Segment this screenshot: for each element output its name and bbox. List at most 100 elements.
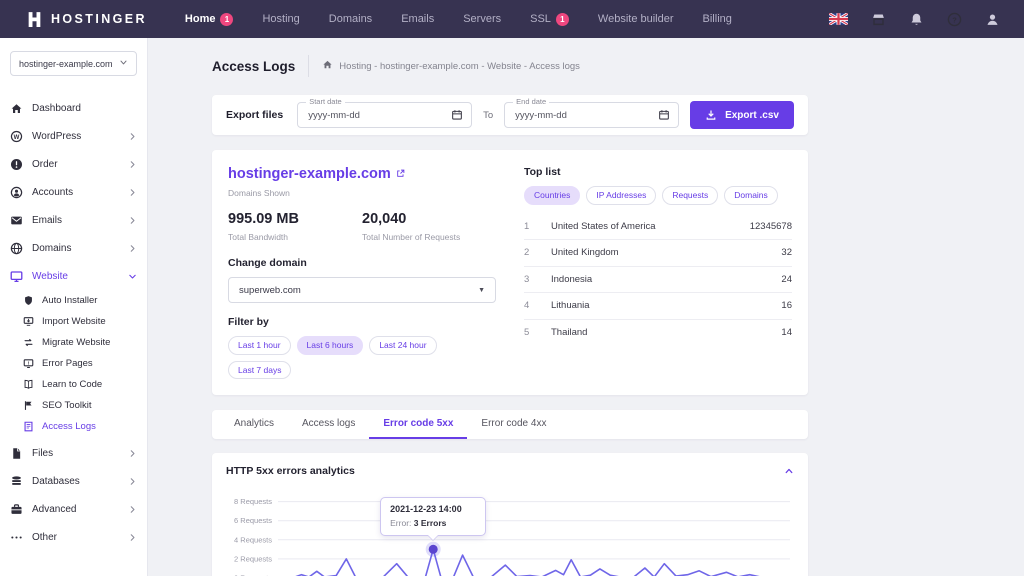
calendar-icon[interactable]	[658, 109, 670, 121]
top-list-tab-ip-addresses[interactable]: IP Addresses	[586, 186, 656, 205]
filter-chip-last-7-days[interactable]: Last 7 days	[228, 361, 291, 380]
nav-item-domains[interactable]: Domains	[329, 13, 372, 25]
sidebar-subitem-label: Learn to Code	[42, 379, 102, 390]
sidebar-item-accounts[interactable]: Accounts	[10, 178, 137, 206]
nav-item-website-builder[interactable]: Website builder	[598, 13, 674, 25]
sidebar-item-website[interactable]: Website	[10, 262, 137, 290]
breadcrumb-text: Hosting - hostinger-example.com - Websit…	[339, 61, 580, 72]
tab-analytics[interactable]: Analytics	[220, 410, 288, 439]
nav-item-home[interactable]: Home1	[185, 13, 234, 26]
end-date-field[interactable]: End date	[504, 102, 679, 128]
chevron-right-icon	[128, 505, 137, 514]
nav-item-ssl[interactable]: SSL1	[530, 13, 569, 26]
sidebar: hostinger-example.com Dashboard WWordPres…	[0, 38, 148, 576]
sidebar-item-emails[interactable]: Emails	[10, 206, 137, 234]
filter-chip-last-6-hours[interactable]: Last 6 hours	[297, 336, 364, 355]
top-list-tab-countries[interactable]: Countries	[524, 186, 580, 205]
brand-text: HOSTINGER	[51, 12, 147, 26]
stat-value: 995.09 MB	[228, 211, 362, 227]
tab-error-code-5xx[interactable]: Error code 5xx	[369, 410, 467, 439]
nav-item-label: Domains	[329, 13, 372, 25]
hostinger-logo[interactable]: HOSTINGER	[26, 11, 147, 28]
top-list-tab-requests[interactable]: Requests	[662, 186, 718, 205]
sidebar-item-dashboard[interactable]: Dashboard	[10, 94, 137, 122]
change-domain-label: Change domain	[228, 257, 496, 269]
top-list-row: 2United Kingdom32	[524, 240, 792, 267]
sidebar-item-domains[interactable]: Domains	[10, 234, 137, 262]
nav-item-label: Servers	[463, 13, 501, 25]
export-csv-button[interactable]: Export .csv	[690, 101, 794, 129]
sidebar-subitem-label: Access Logs	[42, 421, 96, 432]
sidebar-item-label: Website	[32, 271, 68, 282]
chevron-right-icon	[128, 244, 137, 253]
sidebar-item-databases[interactable]: Databases	[10, 467, 137, 495]
chart-header: HTTP 5xx errors analytics	[226, 465, 794, 477]
filter-chip-last-24-hour[interactable]: Last 24 hour	[369, 336, 436, 355]
storefront-icon[interactable]	[871, 12, 886, 27]
sidebar-item-files[interactable]: Files	[10, 439, 137, 467]
sidebar-subitem-access-logs[interactable]: Access Logs	[10, 416, 137, 437]
sidebar-item-other[interactable]: Other	[10, 523, 137, 551]
calendar-icon[interactable]	[451, 109, 463, 121]
notification-badge: 1	[556, 13, 569, 26]
nav-item-label: Website builder	[598, 13, 674, 25]
export-csv-label: Export .csv	[725, 110, 779, 121]
svg-text:2 Requests: 2 Requests	[234, 554, 272, 563]
download-icon	[705, 109, 717, 121]
chart-title: HTTP 5xx errors analytics	[226, 465, 355, 477]
end-date-input[interactable]	[513, 109, 652, 122]
row-name: Indonesia	[551, 274, 781, 285]
sidebar-subitem-auto-installer[interactable]: Auto Installer	[10, 290, 137, 311]
top-list-tab-domains[interactable]: Domains	[724, 186, 778, 205]
change-domain-select[interactable]: superweb.com ▼	[228, 277, 496, 303]
row-rank: 5	[524, 327, 551, 338]
filter-by-label: Filter by	[228, 316, 496, 328]
start-date-input[interactable]	[306, 109, 445, 122]
sidebar-subitem-label: Migrate Website	[42, 337, 110, 348]
stats-row: 995.09 MBTotal Bandwidth20,040Total Numb…	[228, 211, 496, 242]
nav-item-servers[interactable]: Servers	[463, 13, 501, 25]
sidebar-item-label: Emails	[32, 215, 62, 226]
bell-icon[interactable]	[909, 12, 924, 27]
app-window: HOSTINGER Home1 Hosting Domains Emails Serve…	[0, 0, 1024, 576]
tab-error-code-4xx[interactable]: Error code 4xx	[467, 410, 560, 439]
export-files-card: Export files Start date To End date	[212, 95, 808, 135]
sidebar-domain-selector[interactable]: hostinger-example.com	[10, 51, 137, 76]
uk-flag-icon[interactable]	[829, 13, 848, 25]
shield-icon	[23, 295, 34, 306]
chevron-right-icon	[128, 449, 137, 458]
header-divider	[308, 55, 309, 77]
sidebar-item-wordpress[interactable]: WWordPress	[10, 122, 137, 150]
notification-badge: 1	[220, 13, 233, 26]
nav-item-hosting[interactable]: Hosting	[262, 13, 299, 25]
help-icon[interactable]: ?	[947, 12, 962, 27]
domain-link[interactable]: hostinger-example.com	[228, 166, 496, 182]
row-value: 12345678	[750, 221, 792, 232]
start-date-field[interactable]: Start date	[297, 102, 472, 128]
svg-text:W: W	[14, 133, 20, 140]
filter-chip-last-1-hour[interactable]: Last 1 hour	[228, 336, 291, 355]
files-icon	[10, 447, 23, 460]
user-icon[interactable]	[985, 12, 1000, 27]
collapse-chevron-up-icon[interactable]	[784, 466, 794, 476]
sidebar-subitem-error-pages[interactable]: !Error Pages	[10, 353, 137, 374]
sidebar-item-order[interactable]: Order	[10, 150, 137, 178]
sidebar-subitem-migrate-website[interactable]: Migrate Website	[10, 332, 137, 353]
sidebar-subitem-label: SEO Toolkit	[42, 400, 91, 411]
nav-item-billing[interactable]: Billing	[703, 13, 732, 25]
sidebar-item-label: Dashboard	[32, 103, 81, 114]
stat-label: Total Number of Requests	[362, 232, 496, 242]
stat-total-number-of-requests: 20,040Total Number of Requests	[362, 211, 496, 242]
sidebar-item-advanced[interactable]: Advanced	[10, 495, 137, 523]
top-list-row: 5Thailand14	[524, 320, 792, 347]
tab-access-logs[interactable]: Access logs	[288, 410, 369, 439]
home-icon	[322, 59, 333, 73]
sidebar-subitem-seo-toolkit[interactable]: SEO Toolkit	[10, 395, 137, 416]
row-name: Lithuania	[551, 300, 781, 311]
sidebar-subitem-import-website[interactable]: Import Website	[10, 311, 137, 332]
sidebar-subitem-learn-to-code[interactable]: Learn to Code	[10, 374, 137, 395]
overview-card: hostinger-example.com Domains Shown 995.…	[212, 150, 808, 395]
sidebar-subitem-label: Error Pages	[42, 358, 93, 369]
main-area: Access Logs Hosting - hostinger-example.…	[148, 38, 1024, 576]
nav-item-emails[interactable]: Emails	[401, 13, 434, 25]
